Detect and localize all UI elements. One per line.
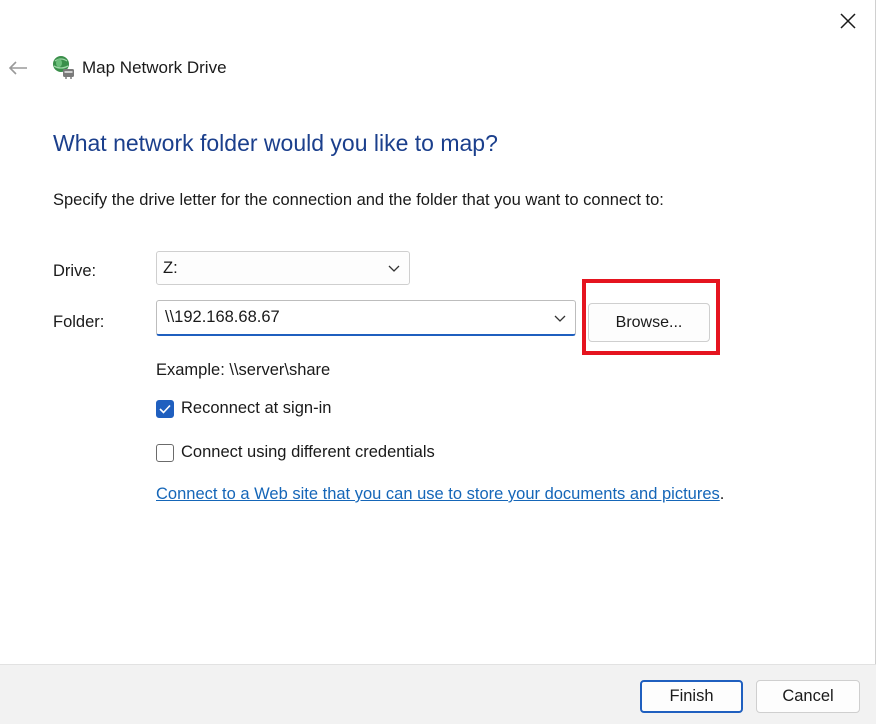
instructions-text: Specify the drive letter for the connect… [53, 191, 664, 209]
drive-select[interactable]: Z: [156, 251, 410, 285]
folder-combobox[interactable] [156, 300, 576, 336]
chevron-down-icon[interactable] [553, 311, 567, 325]
close-icon [840, 13, 856, 29]
back-arrow-icon [8, 61, 27, 75]
drive-select-value: Z: [163, 258, 178, 277]
window-title: Map Network Drive [82, 58, 227, 77]
dialog-footer [0, 664, 876, 724]
reconnect-checkbox-row[interactable]: Reconnect at sign-in [156, 399, 331, 418]
web-site-link-row: Connect to a Web site that you can use t… [156, 485, 724, 504]
back-button[interactable] [6, 56, 30, 80]
cancel-button[interactable]: Cancel [756, 680, 860, 713]
reconnect-label: Reconnect at sign-in [181, 399, 332, 417]
example-text: Example: \\server\share [156, 361, 331, 379]
page-heading: What network folder would you like to ma… [53, 130, 498, 156]
reconnect-checkbox[interactable] [156, 399, 174, 418]
browse-button[interactable]: Browse... [588, 303, 710, 342]
credentials-checkbox-row[interactable]: Connect using different credentials [156, 443, 435, 462]
checkmark-icon [159, 404, 171, 414]
map-network-drive-window: Map Network Drive What network folder wo… [0, 0, 876, 724]
drive-label: Drive: [53, 262, 97, 280]
web-site-link[interactable]: Connect to a Web site that you can use t… [156, 485, 720, 503]
chevron-down-icon [388, 265, 400, 272]
network-drive-icon [53, 56, 74, 79]
finish-button[interactable]: Finish [640, 680, 743, 713]
credentials-label: Connect using different credentials [181, 443, 435, 461]
close-button[interactable] [835, 8, 861, 34]
folder-label: Folder: [53, 313, 105, 331]
link-suffix: . [719, 485, 725, 503]
folder-input[interactable] [165, 308, 545, 327]
credentials-checkbox[interactable] [156, 443, 174, 462]
